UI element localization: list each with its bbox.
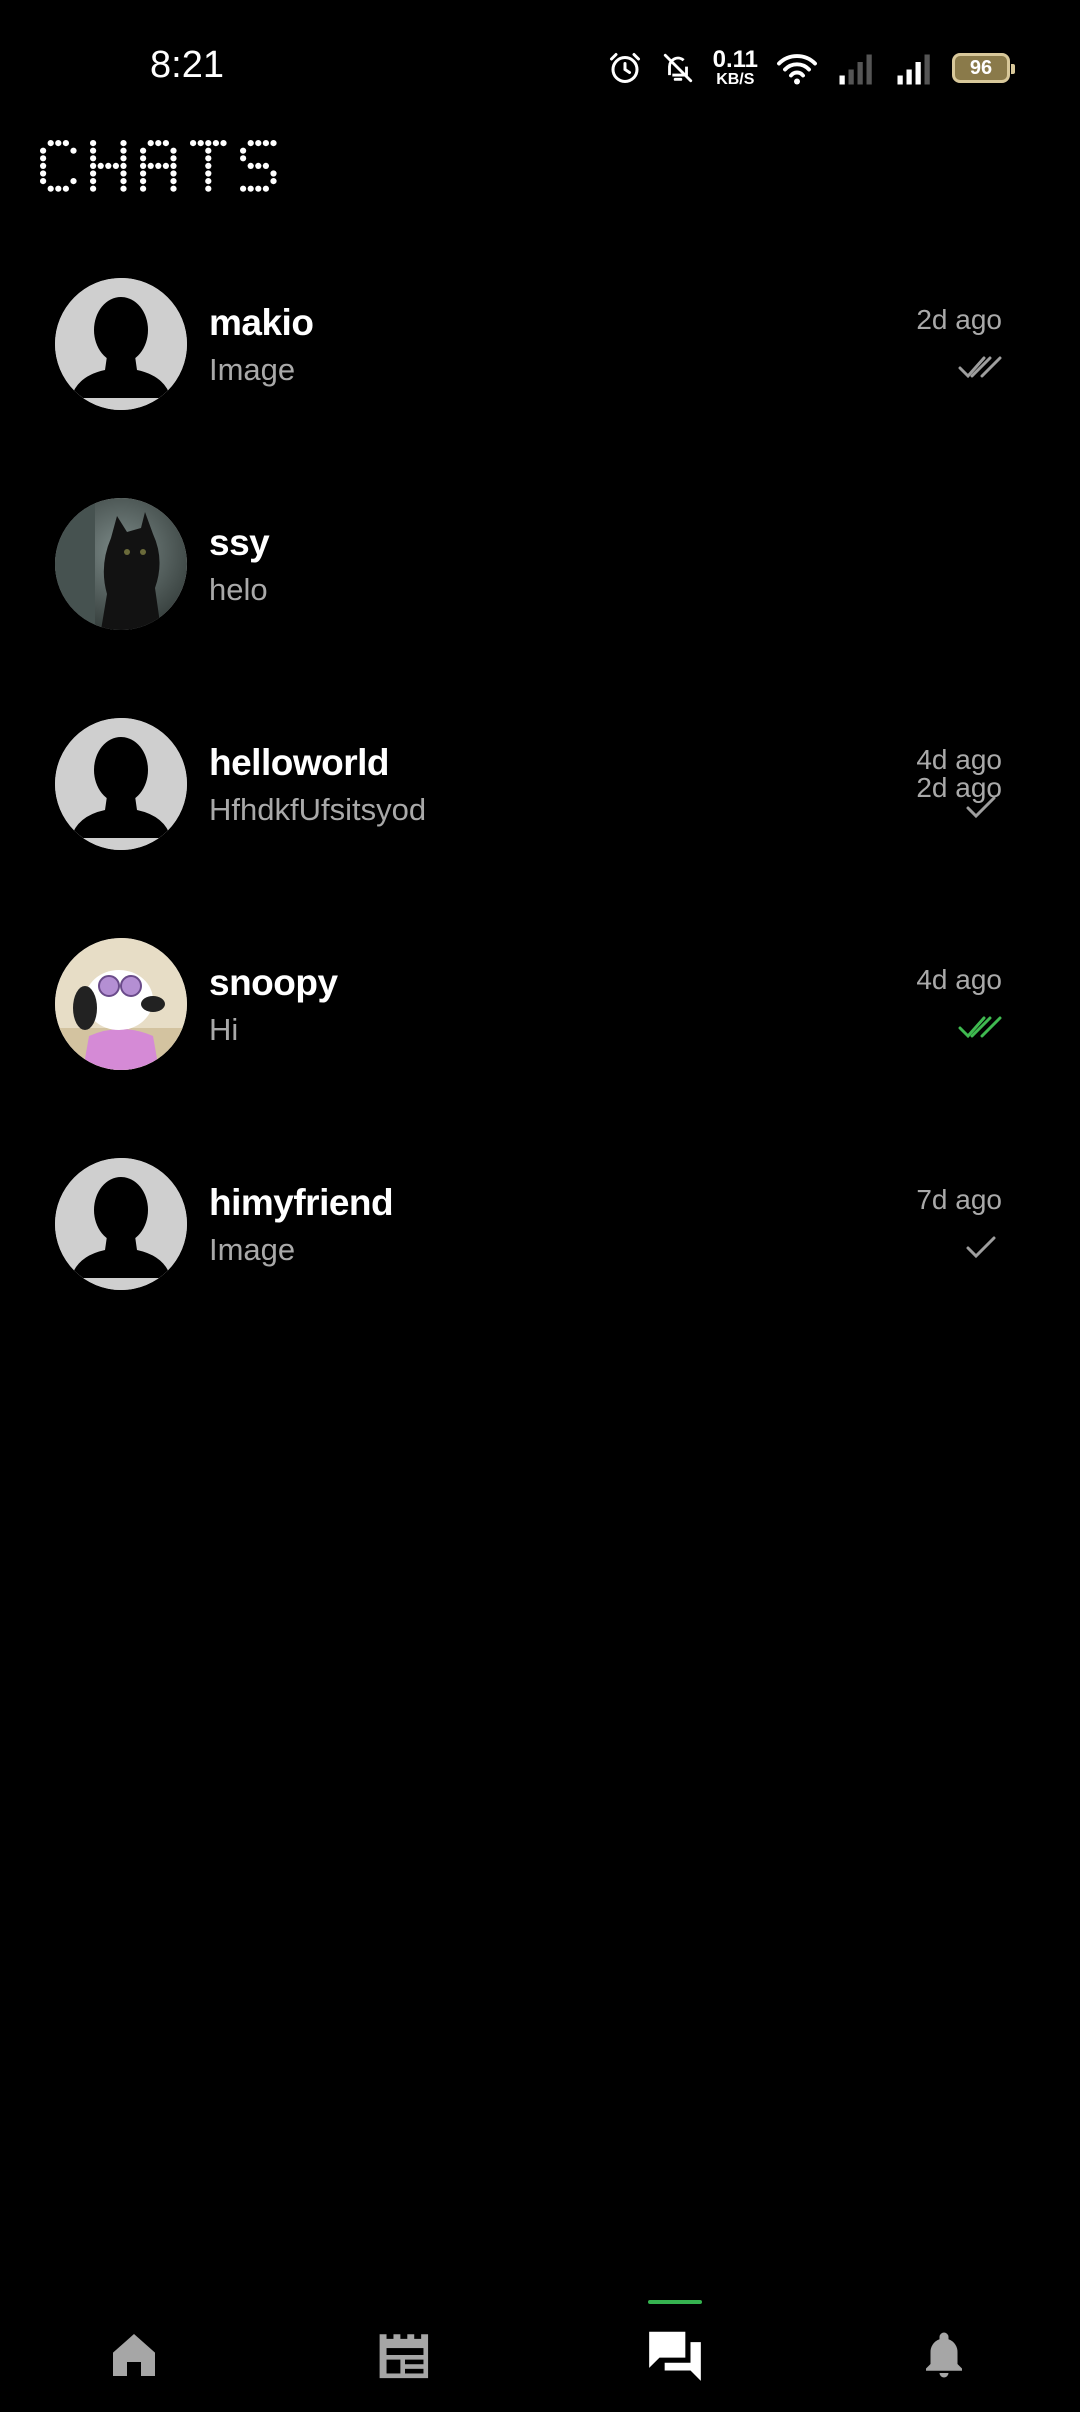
status-icons: 0.11 KB/S 96 bbox=[607, 46, 1015, 90]
status-bar: 8:21 0.11 KB/S 96 bbox=[0, 0, 1080, 130]
cat-photo-avatar bbox=[55, 498, 187, 630]
chat-item-himyfriend[interactable]: himyfriend Image 7d ago bbox=[0, 1140, 1080, 1360]
status-time: 8:21 bbox=[150, 44, 224, 86]
chat-last-message: Image bbox=[209, 352, 296, 387]
active-tab-indicator bbox=[648, 2300, 702, 2304]
bottom-nav bbox=[0, 2290, 1080, 2412]
default-avatar bbox=[55, 1158, 187, 1290]
snoopy-photo-avatar bbox=[55, 938, 187, 1070]
chat-last-message: HfhdkfUfsitsyod bbox=[209, 792, 427, 827]
alarm-icon bbox=[609, 53, 640, 83]
wifi-icon bbox=[777, 54, 817, 85]
chats-icon bbox=[649, 2331, 701, 2381]
single-check-icon bbox=[966, 1236, 996, 1259]
chat-last-message: Image bbox=[209, 1232, 296, 1267]
home-icon bbox=[113, 2334, 155, 2376]
chat-name: helloworld bbox=[209, 742, 390, 783]
nav-home[interactable] bbox=[74, 2310, 194, 2400]
chat-time: 2d ago bbox=[916, 304, 1002, 335]
chat-item-ssy[interactable]: ssy helo 2d ago bbox=[0, 480, 1080, 803]
nav-feed[interactable] bbox=[345, 2310, 465, 2400]
nav-chats[interactable] bbox=[615, 2310, 735, 2400]
double-check-icon bbox=[958, 1016, 1002, 1039]
chat-list: makio Image 2d ago ssy helo 2d ago hello… bbox=[0, 260, 1080, 1360]
page-title-text bbox=[40, 140, 277, 192]
chat-name: ssy bbox=[209, 522, 270, 563]
feed-icon bbox=[379, 2334, 429, 2379]
chat-name: himyfriend bbox=[209, 1182, 394, 1223]
chat-name: makio bbox=[209, 302, 314, 343]
chat-last-message: helo bbox=[209, 572, 268, 607]
page-title bbox=[38, 134, 438, 194]
bell-off-icon bbox=[663, 53, 692, 83]
net-speed-unit: KB/S bbox=[716, 71, 755, 88]
chat-item-snoopy[interactable]: snoopy Hi 4d ago bbox=[0, 920, 1080, 1140]
chat-item-makio[interactable]: makio Image 2d ago bbox=[0, 260, 1080, 480]
chat-item-helloworld[interactable]: helloworld HfhdkfUfsitsyod 4d ago bbox=[0, 700, 1080, 920]
nav-notifications[interactable] bbox=[884, 2310, 1004, 2400]
chat-last-message: Hi bbox=[209, 1012, 239, 1047]
signal-medium-icon bbox=[897, 54, 930, 85]
net-speed-value: 0.11 bbox=[712, 46, 758, 73]
battery-level: 96 bbox=[969, 56, 993, 79]
net-speed: 0.11 KB/S bbox=[713, 48, 758, 88]
chat-time: 4d ago bbox=[916, 964, 1002, 995]
signal-weak-icon bbox=[839, 54, 872, 85]
notifications-icon bbox=[926, 2332, 962, 2378]
default-avatar bbox=[55, 718, 187, 850]
single-check-icon bbox=[966, 796, 996, 819]
double-check-icon bbox=[958, 356, 1002, 379]
chat-name: snoopy bbox=[209, 962, 338, 1003]
battery-icon: 96 bbox=[952, 53, 1015, 83]
default-avatar bbox=[55, 278, 187, 410]
chat-time: 7d ago bbox=[916, 1184, 1002, 1215]
chat-time: 4d ago bbox=[916, 744, 1002, 775]
